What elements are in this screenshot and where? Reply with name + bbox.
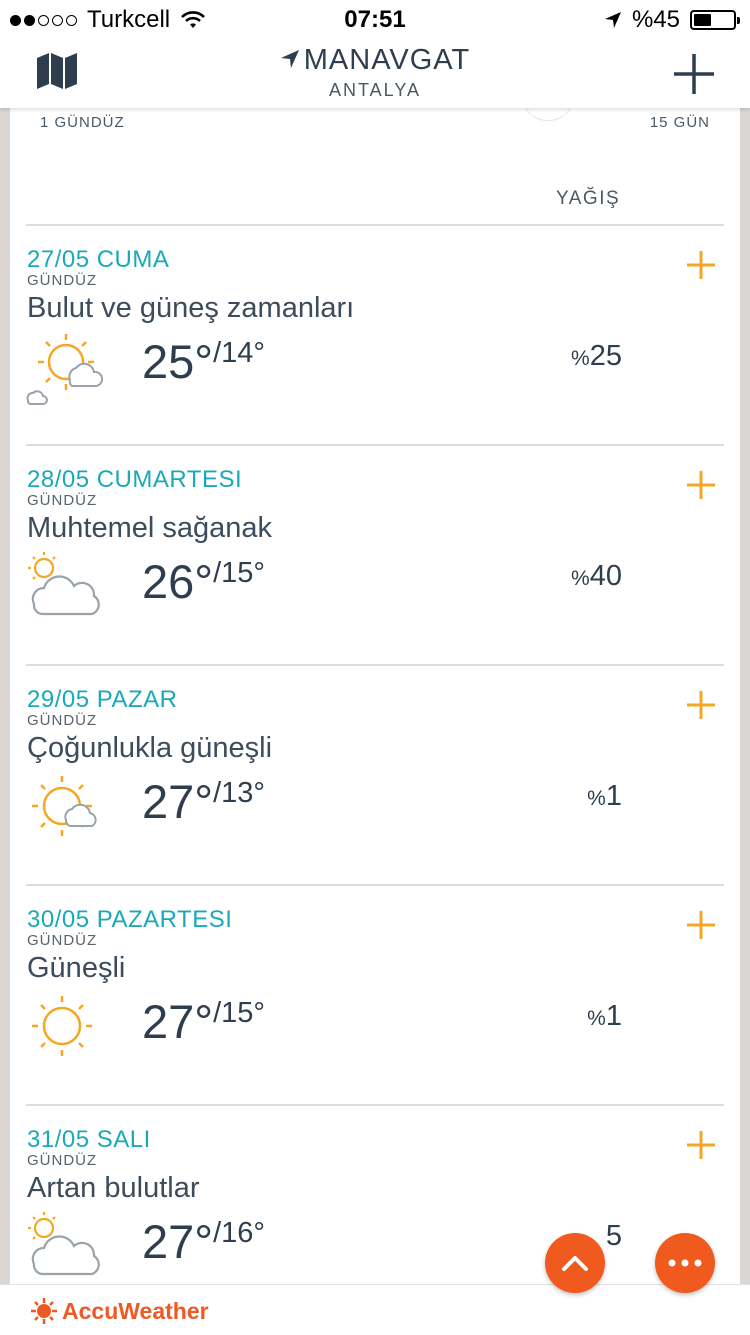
day-temperatures: 27°/15° xyxy=(142,994,265,1049)
day-temperatures: 27°/16° xyxy=(142,1214,265,1269)
cloud-sun-icon xyxy=(28,1212,100,1276)
high-temp: 25° xyxy=(142,335,214,388)
low-temp: /14° xyxy=(213,337,265,369)
low-temp: /15° xyxy=(213,557,265,589)
day-description: Güneşli xyxy=(27,952,126,984)
day-period: GÜNDÜZ xyxy=(27,1152,98,1169)
day-temperatures: 25°/14° xyxy=(142,334,265,389)
expand-plus-icon[interactable] xyxy=(684,248,718,282)
day-date: 28/05 CUMARTESI xyxy=(27,466,243,493)
day-period: GÜNDÜZ xyxy=(27,492,98,509)
day-description: Bulut ve güneş zamanları xyxy=(27,292,355,324)
scroll-to-top-button[interactable] xyxy=(545,1233,605,1293)
day-date: 31/05 SALI xyxy=(27,1126,151,1153)
expand-plus-icon[interactable] xyxy=(684,688,718,722)
high-temp: 27° xyxy=(142,775,214,828)
precipitation-value: %1 xyxy=(510,780,622,813)
day-date: 29/05 PAZAR xyxy=(27,686,178,713)
forecast-day-row[interactable]: 31/05 SALI GÜNDÜZ Artan bulutlar 27°/16°… xyxy=(10,1106,740,1284)
high-temp: 26° xyxy=(142,555,214,608)
precipitation-value: %25 xyxy=(510,340,622,373)
sun-icon xyxy=(32,996,92,1056)
sun-logo-icon xyxy=(31,1298,57,1324)
day-period: GÜNDÜZ xyxy=(27,272,98,289)
chevron-up-icon xyxy=(562,1256,588,1271)
day-description: Çoğunlukla güneşli xyxy=(27,732,273,764)
sun-cloud-icon xyxy=(26,334,104,405)
precip-number: 1 xyxy=(605,780,622,812)
range-start-label: 1 GÜNDÜZ xyxy=(40,114,125,131)
forecast-day-row[interactable]: 28/05 CUMARTESI GÜNDÜZ Muhtemel sağanak … xyxy=(10,446,740,666)
precipitation-value: %40 xyxy=(510,560,622,593)
more-options-button[interactable] xyxy=(655,1233,715,1293)
percent-sign: % xyxy=(587,787,606,810)
low-temp: /16° xyxy=(213,1217,265,1249)
low-temp: /15° xyxy=(213,997,265,1029)
battery-icon xyxy=(690,10,740,30)
range-selector[interactable]: 1 GÜNDÜZ 15 GÜN xyxy=(10,108,740,148)
precip-number: 25 xyxy=(589,340,622,372)
precipitation-value: %1 xyxy=(510,1000,622,1033)
day-period: GÜNDÜZ xyxy=(27,932,98,949)
day-period: GÜNDÜZ xyxy=(27,712,98,729)
sun-small-cloud-icon xyxy=(32,776,97,836)
day-temperatures: 26°/15° xyxy=(142,554,265,609)
range-end-label: 15 GÜN xyxy=(649,114,710,131)
day-date: 27/05 CUMA xyxy=(27,246,170,273)
precip-number: 5 xyxy=(605,1220,622,1252)
add-location-button[interactable] xyxy=(672,52,716,96)
forecast-day-row[interactable]: 29/05 PAZAR GÜNDÜZ Çoğunlukla güneşli 27… xyxy=(10,666,740,886)
expand-plus-icon[interactable] xyxy=(684,1128,718,1162)
percent-sign: % xyxy=(571,347,590,370)
location-name: MANAVGAT xyxy=(303,44,471,76)
forecast-day-row[interactable]: 27/05 CUMA GÜNDÜZ Bulut ve güneş zamanla… xyxy=(10,226,740,446)
brand-name: AccuWeather xyxy=(62,1297,209,1324)
precipitation-column-header: YAĞIŞ xyxy=(556,188,621,209)
battery-percent: %45 xyxy=(631,6,680,33)
percent-sign: % xyxy=(587,1007,606,1030)
day-description: Artan bulutlar xyxy=(27,1172,200,1204)
app-header: MANAVGAT ANTALYA xyxy=(0,40,750,108)
low-temp: /13° xyxy=(213,777,265,809)
location-arrow-icon xyxy=(604,12,621,28)
location-title[interactable]: MANAVGAT xyxy=(0,44,750,77)
status-bar: Turkcell 07:51 %45 xyxy=(0,0,750,40)
forecast-card: 1 GÜNDÜZ 15 GÜN YAĞIŞ 27/05 CUMA GÜNDÜZ … xyxy=(10,108,740,1284)
forecast-day-row[interactable]: 30/05 PAZARTESI GÜNDÜZ Güneşli 27°/15° %… xyxy=(10,886,740,1106)
expand-plus-icon[interactable] xyxy=(684,908,718,942)
accuweather-logo: AccuWeather xyxy=(30,1297,209,1325)
precip-number: 40 xyxy=(589,560,622,592)
range-slider-knob[interactable] xyxy=(522,108,574,121)
cloud-sun-icon xyxy=(28,552,100,616)
bottom-bar: AccuWeather xyxy=(0,1284,750,1335)
more-dots-icon xyxy=(668,1259,702,1267)
percent-sign: % xyxy=(571,567,590,590)
day-date: 30/05 PAZARTESI xyxy=(27,906,233,933)
high-temp: 27° xyxy=(142,1215,214,1268)
precip-number: 1 xyxy=(605,1000,622,1032)
location-region: ANTALYA xyxy=(328,80,422,100)
current-location-icon xyxy=(280,50,299,68)
high-temp: 27° xyxy=(142,995,214,1048)
day-description: Muhtemel sağanak xyxy=(27,512,273,544)
expand-plus-icon[interactable] xyxy=(684,468,718,502)
day-temperatures: 27°/13° xyxy=(142,774,265,829)
